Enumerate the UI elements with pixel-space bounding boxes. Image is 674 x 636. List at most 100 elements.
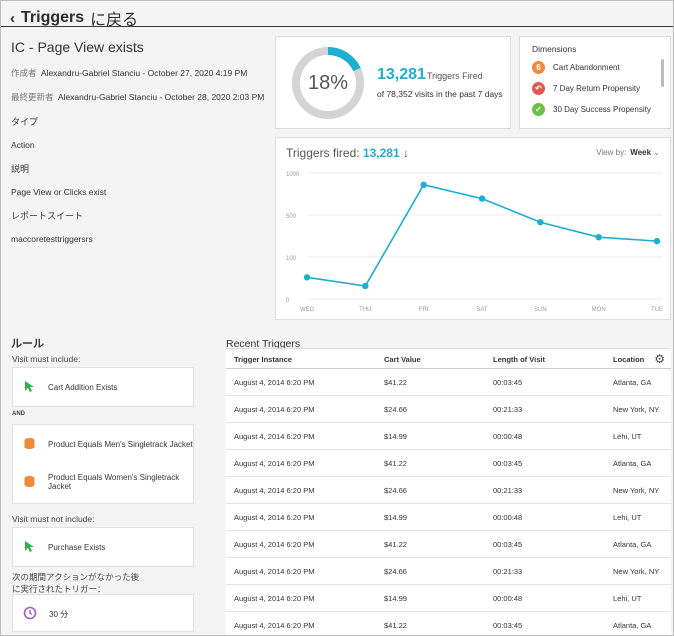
checkmark-icon: ✓: [532, 103, 545, 116]
data-point: [595, 233, 602, 241]
chevron-left-icon: ‹: [10, 9, 15, 27]
cell-trigger-instance: August 4, 2014 6:20 PM: [234, 621, 315, 630]
cell-location: New York, NY: [613, 486, 660, 495]
cell-length-of-visit: 00:03:45: [493, 459, 523, 468]
description-label: 説明: [11, 164, 30, 174]
cell-cart-value: $24.66: [384, 405, 407, 414]
cell-location: Lehi, UT: [613, 513, 642, 522]
cell-location: Atlanta, GA: [613, 621, 652, 630]
page-frame: ‹ Triggers に戻る IC - Page View exists 作成者…: [0, 0, 674, 636]
cell-cart-value: $14.99: [384, 513, 407, 522]
cell-location: Lehi, UT: [613, 594, 642, 603]
rule-label: Product Equals Women's Singletrack Jacke…: [48, 473, 180, 491]
dimension-item[interactable]: ✓ 30 Day Success Propensity: [532, 103, 651, 116]
gear-icon[interactable]: ⚙: [654, 352, 665, 366]
cell-trigger-instance: August 4, 2014 6:20 PM: [234, 378, 315, 387]
dimension-label: Cart Abandonment: [553, 63, 620, 72]
cell-cart-value: $41.22: [384, 459, 407, 468]
back-to-triggers-link[interactable]: ‹ Triggers に戻る: [10, 6, 138, 30]
cell-length-of-visit: 00:21:33: [493, 405, 523, 414]
col-cart-value[interactable]: Cart Value: [384, 355, 421, 364]
duration-value: 30 分: [49, 609, 69, 619]
created-by: 作成者 Alexandru-Gabriel Stanciu - October …: [11, 67, 266, 79]
x-tick-label: FRI: [419, 307, 429, 313]
cell-length-of-visit: 00:00:48: [493, 432, 523, 441]
cell-trigger-instance: August 4, 2014 6:20 PM: [234, 594, 315, 603]
cursor-icon: [23, 540, 36, 555]
cell-trigger-instance: August 4, 2014 6:20 PM: [234, 567, 315, 576]
updated-label: 最終更新者: [11, 92, 54, 102]
dimension-item[interactable]: 6 Cart Abandonment: [532, 61, 620, 74]
top-bar: ‹ Triggers に戻る: [1, 1, 673, 30]
back-title: Triggers: [21, 9, 85, 26]
six-icon: 6: [532, 61, 545, 74]
rule-card[interactable]: Purchase Exists: [12, 527, 194, 567]
cell-trigger-instance: August 4, 2014 6:20 PM: [234, 540, 315, 549]
cell-cart-value: $24.66: [384, 567, 407, 576]
table-row[interactable]: August 4, 2014 6:20 PM $24.66 00:21:33 New …: [226, 477, 671, 504]
cell-length-of-visit: 00:21:33: [493, 486, 523, 495]
table-row[interactable]: August 4, 2014 6:20 PM $41.22 00:03:45 Atla…: [226, 369, 671, 396]
rule-card[interactable]: Product Equals Men's Singletrack Jacket …: [12, 424, 194, 504]
report-suite-value: maccoretesttriggersrs: [11, 234, 93, 244]
cell-location: Atlanta, GA: [613, 378, 652, 387]
table-row[interactable]: August 4, 2014 6:20 PM $41.22 00:03:45 Atla…: [226, 450, 671, 477]
x-tick-label: THU: [359, 307, 371, 313]
rule-card[interactable]: Cart Addition Exists: [12, 367, 194, 407]
must-not-include-label: Visit must not include:: [12, 514, 95, 524]
y-tick-label: 0: [286, 298, 290, 304]
cell-cart-value: $14.99: [384, 594, 407, 603]
table-row[interactable]: August 4, 2014 6:20 PM $14.99 00:00:48 Lehi…: [226, 504, 671, 531]
cell-length-of-visit: 00:03:45: [493, 621, 523, 630]
cell-length-of-visit: 00:03:45: [493, 540, 523, 549]
col-trigger-instance[interactable]: Trigger Instance: [234, 355, 292, 364]
percent-value: 18%: [307, 71, 349, 94]
data-point: [420, 181, 427, 189]
cursor-icon: [23, 380, 36, 395]
back-suffix: に戻る: [90, 12, 139, 29]
database-icon: [23, 475, 36, 490]
data-point: [303, 274, 311, 281]
description-value: Page View or Clicks exist: [11, 187, 107, 197]
data-point: [537, 219, 544, 226]
table-row[interactable]: August 4, 2014 6:20 PM $24.66 00:21:33 New …: [226, 558, 671, 585]
updated-by: 最終更新者 Alexandru-Gabriel Stanciu - Octobe…: [11, 91, 266, 103]
cell-trigger-instance: August 4, 2014 6:20 PM: [234, 459, 315, 468]
page-title: IC - Page View exists: [11, 39, 144, 55]
x-tick-label: TUE: [651, 307, 663, 313]
x-tick-label: WED: [300, 307, 315, 313]
table-row[interactable]: August 4, 2014 6:20 PM $14.99 00:00:48 Lehi…: [226, 585, 671, 612]
recent-triggers-table: Trigger Instance Cart Value Length of Vi…: [226, 348, 671, 635]
cell-cart-value: $41.22: [384, 621, 407, 630]
col-location[interactable]: Location: [613, 355, 644, 364]
created-value: Alexandru-Gabriel Stanciu - October 27, …: [40, 68, 248, 78]
cell-cart-value: $41.22: [384, 378, 407, 387]
cell-trigger-instance: August 4, 2014 6:20 PM: [234, 405, 315, 414]
cell-length-of-visit: 00:21:33: [493, 567, 523, 576]
duration-card[interactable]: 30 分: [12, 594, 194, 632]
table-row[interactable]: August 4, 2014 6:20 PM $41.22 00:03:45 Atla…: [226, 612, 671, 635]
clock-icon: [23, 606, 37, 622]
table-row[interactable]: August 4, 2014 6:20 PM $14.99 00:00:48 Lehi…: [226, 423, 671, 450]
updated-value: Alexandru-Gabriel Stanciu - October 28, …: [57, 92, 265, 102]
y-tick-label: 500: [286, 214, 297, 220]
dimension-item[interactable]: ↶ 7 Day Return Propensity: [532, 82, 640, 95]
cell-location: Atlanta, GA: [613, 459, 652, 468]
table-row[interactable]: August 4, 2014 6:20 PM $41.22 00:03:45 Atla…: [226, 531, 671, 558]
line-chart: 10005001000WED THU FRI SAT SUN MON TUE: [286, 172, 663, 313]
after-label-line1: 次の期間アクションがなかった後: [12, 572, 140, 582]
table-row[interactable]: August 4, 2014 6:20 PM $24.66 00:21:33 New …: [226, 396, 671, 423]
database-icon: [23, 437, 36, 452]
y-tick-label: 1000: [286, 172, 300, 178]
cell-location: New York, NY: [613, 567, 660, 576]
rule-label: Purchase Exists: [48, 542, 106, 552]
x-tick-label: SUN: [534, 307, 547, 313]
type-value: Action: [11, 140, 35, 150]
dimensions-scrollbar[interactable]: [661, 59, 664, 87]
col-length-of-visit[interactable]: Length of Visit: [493, 355, 545, 364]
rule-label: Product Equals Men's Singletrack Jacket: [48, 439, 193, 449]
cell-trigger-instance: August 4, 2014 6:20 PM: [234, 486, 315, 495]
data-point: [478, 195, 486, 202]
x-tick-label: MON: [592, 307, 606, 313]
return-arrow-icon: ↶: [532, 82, 545, 95]
